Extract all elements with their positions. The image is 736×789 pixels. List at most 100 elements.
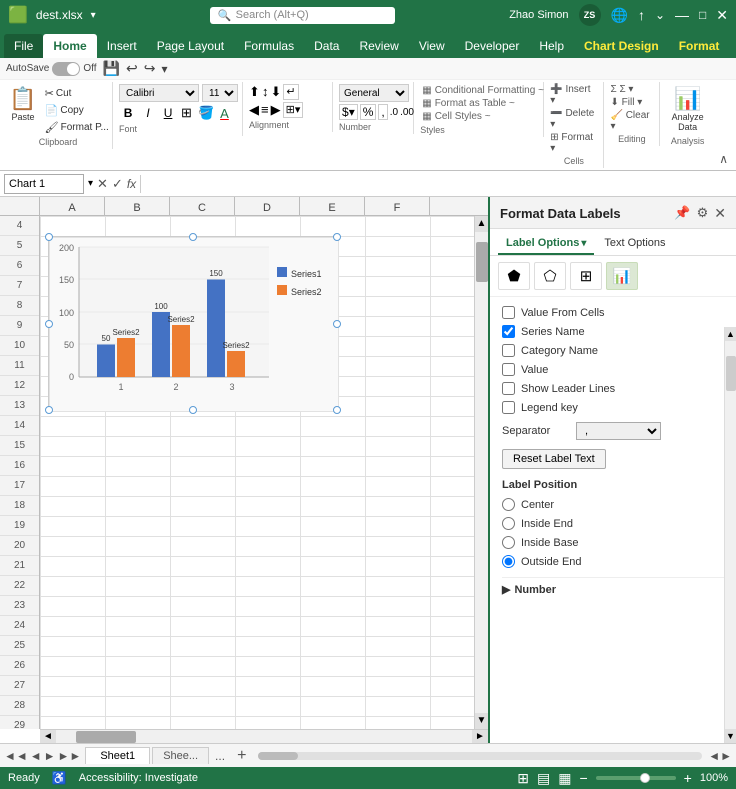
sheet-nav-last[interactable]: ►► <box>58 749 82 763</box>
align-right-btn[interactable]: ▶ <box>271 102 281 118</box>
delete-cells-btn[interactable]: ➖ Delete ▾ <box>550 108 597 130</box>
font-family-select[interactable]: Calibri <box>119 84 199 102</box>
border-btn[interactable]: ⊞ <box>179 105 194 121</box>
format-painter-btn[interactable]: 🖌 Format P... <box>43 120 111 135</box>
formula-input[interactable] <box>145 177 732 191</box>
tab-home[interactable]: Home <box>43 34 96 58</box>
currency-btn[interactable]: $▾ <box>339 104 358 120</box>
legend-key-checkbox[interactable] <box>502 401 515 414</box>
category-name-checkbox[interactable] <box>502 344 515 357</box>
cancel-icon[interactable]: ✕ <box>97 176 108 192</box>
sum-btn[interactable]: Σ Σ ▾ <box>610 84 633 95</box>
tab-developer[interactable]: Developer <box>455 34 530 58</box>
fill-color-btn[interactable]: 🪣 <box>196 105 216 121</box>
panel-tab-text-options[interactable]: Text Options <box>596 233 673 255</box>
page-view-btn[interactable]: ▤ <box>537 770 550 787</box>
outside-end-radio[interactable] <box>502 555 515 568</box>
wrap-text-btn[interactable]: ↵ <box>283 84 298 100</box>
tab-help[interactable]: Help <box>529 34 574 58</box>
reset-label-text-btn[interactable]: Reset Label Text <box>502 449 606 469</box>
conditional-formatting-btn[interactable]: ▦Conditional Formatting ~ <box>420 84 546 97</box>
tab-page-layout[interactable]: Page Layout <box>147 34 234 58</box>
analyze-data-btn[interactable]: 📊 AnalyzeData <box>668 84 708 134</box>
panel-scroll-up[interactable]: ▲ <box>725 327 736 341</box>
scroll-track[interactable] <box>475 232 488 713</box>
number-collapsible[interactable]: ▶ Number <box>502 577 724 601</box>
zoom-minus-btn[interactable]: − <box>579 770 587 786</box>
minimize-btn[interactable]: — <box>675 7 689 23</box>
percent-btn[interactable]: % <box>360 104 377 120</box>
panel-tab-label-options[interactable]: Label Options ▾ <box>498 233 594 255</box>
scroll-down-btn[interactable]: ▼ <box>475 713 488 729</box>
panel-settings-icon[interactable]: ⚙ <box>697 205 709 222</box>
handle-bottom-left[interactable] <box>45 406 53 414</box>
confirm-icon[interactable]: ✓ <box>112 176 123 192</box>
undo-btn[interactable]: ↩ <box>126 60 138 77</box>
panel-close-icon[interactable]: ✕ <box>714 205 726 222</box>
sheet-tab-2[interactable]: Shee... <box>152 747 209 764</box>
comma-btn[interactable]: , <box>378 104 387 120</box>
h-scrollbar[interactable]: ◄ ► <box>40 729 488 743</box>
align-middle-btn[interactable]: ↕ <box>262 84 269 100</box>
redo-btn[interactable]: ↪ <box>144 60 156 77</box>
sheet-tab-1[interactable]: Sheet1 <box>85 747 150 764</box>
align-top-btn[interactable]: ⬆ <box>249 84 260 100</box>
maximize-btn[interactable]: □ <box>699 8 706 22</box>
clear-btn[interactable]: 🧹 Clear ▾ <box>610 110 653 132</box>
ribbon-expand-btn[interactable]: ∧ <box>715 150 732 168</box>
sheet-nav-prev[interactable]: ◄ <box>30 749 42 763</box>
size-section-icon[interactable]: ⊞ <box>570 262 602 290</box>
handle-bottom-right[interactable] <box>333 406 341 414</box>
h-scroll-thumb[interactable] <box>76 731 136 743</box>
sheet-scroll-track[interactable] <box>258 752 702 760</box>
align-center-btn[interactable]: ≡ <box>261 102 269 118</box>
autosave-toggle[interactable]: AutoSave Off <box>6 62 97 76</box>
handle-top-center[interactable] <box>189 233 197 241</box>
tab-format[interactable]: Format <box>669 34 730 58</box>
tab-view[interactable]: View <box>409 34 455 58</box>
cell-styles-btn[interactable]: ▦Cell Styles ~ <box>420 110 492 123</box>
cells-area[interactable]: // Generate empty cells <box>40 216 474 729</box>
zoom-slider[interactable] <box>596 776 676 780</box>
label-section-icon[interactable]: 📊 <box>606 262 638 290</box>
add-sheet-btn[interactable]: + <box>231 747 252 765</box>
filename[interactable]: dest.xlsx <box>36 8 83 22</box>
align-left-btn[interactable]: ◀ <box>249 102 259 118</box>
h-scroll-track[interactable] <box>56 730 472 743</box>
fill-section-icon[interactable]: ⬟ <box>498 262 530 290</box>
page-break-btn[interactable]: ▦ <box>558 770 571 787</box>
sheet-scroll-right[interactable]: ► <box>720 749 732 763</box>
dropdown-icon[interactable]: ▾ <box>91 10 96 21</box>
scroll-thumb[interactable] <box>476 242 488 282</box>
scroll-left-btn[interactable]: ◄ <box>40 730 56 743</box>
tab-chart-design[interactable]: Chart Design <box>574 34 669 58</box>
font-color-btn[interactable]: A <box>218 106 231 121</box>
ribbon-collapse-icon[interactable]: ⌄ <box>655 8 665 22</box>
dec-inc-btn[interactable]: .0 <box>390 107 398 118</box>
sheet-nav-next[interactable]: ► <box>44 749 56 763</box>
center-radio[interactable] <box>502 498 515 511</box>
name-box-dropdown[interactable]: ▾ <box>88 178 93 189</box>
handle-top-right[interactable] <box>333 233 341 241</box>
paste-btn[interactable]: 📋 Paste <box>5 84 40 135</box>
italic-btn[interactable]: I <box>139 104 157 122</box>
font-size-select[interactable]: 11 <box>202 84 238 102</box>
series-name-checkbox[interactable] <box>502 325 515 338</box>
tab-data[interactable]: Data <box>304 34 349 58</box>
zoom-level[interactable]: 100% <box>700 772 728 784</box>
handle-right-center[interactable] <box>333 320 341 328</box>
panel-scroll-down[interactable]: ▼ <box>725 729 736 743</box>
ellipsis-btn[interactable]: ... <box>211 749 229 763</box>
customize-btn[interactable]: ▾ <box>161 62 167 76</box>
scroll-up-btn[interactable]: ▲ <box>475 216 488 232</box>
sheet-scroll-left[interactable]: ◄ <box>708 749 720 763</box>
merge-btn[interactable]: ⊞▾ <box>283 102 304 118</box>
scroll-right-btn[interactable]: ► <box>472 730 488 743</box>
tab-insert[interactable]: Insert <box>97 34 147 58</box>
insert-cells-btn[interactable]: ➕ Insert ▾ <box>550 84 597 106</box>
tab-formulas[interactable]: Formulas <box>234 34 304 58</box>
v-scrollbar[interactable]: ▲ ▼ <box>474 216 488 729</box>
panel-v-scrollbar[interactable]: ▲ ▼ <box>724 327 736 743</box>
cut-btn[interactable]: ✂ Cut <box>43 86 111 101</box>
panel-pin-icon[interactable]: 📌 <box>674 205 690 222</box>
